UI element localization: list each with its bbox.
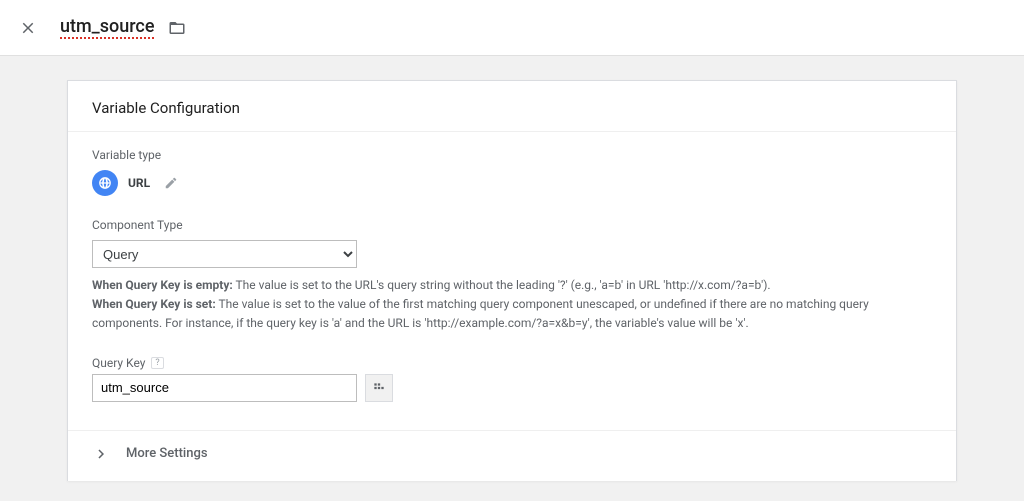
variable-type-row[interactable]: URL (92, 170, 932, 196)
variable-type-label: Variable type (92, 148, 932, 162)
variable-config-card: Variable Configuration Variable type URL… (67, 80, 957, 481)
building-blocks-icon (372, 381, 386, 395)
more-settings-toggle[interactable]: More Settings (68, 431, 956, 481)
help-empty-text: The value is set to the URL's query stri… (233, 278, 771, 292)
variable-type-name: URL (128, 176, 150, 190)
query-key-input[interactable] (92, 374, 357, 402)
component-help-text: When Query Key is empty: The value is se… (92, 276, 932, 334)
help-set-label: When Query Key is set: (92, 297, 216, 311)
variable-picker-button[interactable] (365, 374, 393, 402)
close-icon (19, 19, 37, 37)
folder-icon[interactable] (168, 19, 186, 37)
component-type-label: Component Type (92, 218, 932, 232)
more-settings-label: More Settings (126, 446, 208, 461)
topbar: utm_source (0, 0, 1024, 56)
card-heading: Variable Configuration (68, 81, 956, 132)
page-title[interactable]: utm_source (60, 16, 154, 39)
close-button[interactable] (8, 8, 48, 48)
chevron-right-icon (92, 445, 110, 463)
help-empty-label: When Query Key is empty: (92, 278, 233, 292)
edit-icon[interactable] (164, 176, 178, 190)
query-key-help-icon[interactable]: ? (151, 357, 163, 369)
query-key-label: Query Key (92, 356, 145, 370)
component-type-select[interactable]: Query (92, 240, 357, 268)
url-type-icon (92, 170, 118, 196)
globe-icon (98, 176, 112, 190)
